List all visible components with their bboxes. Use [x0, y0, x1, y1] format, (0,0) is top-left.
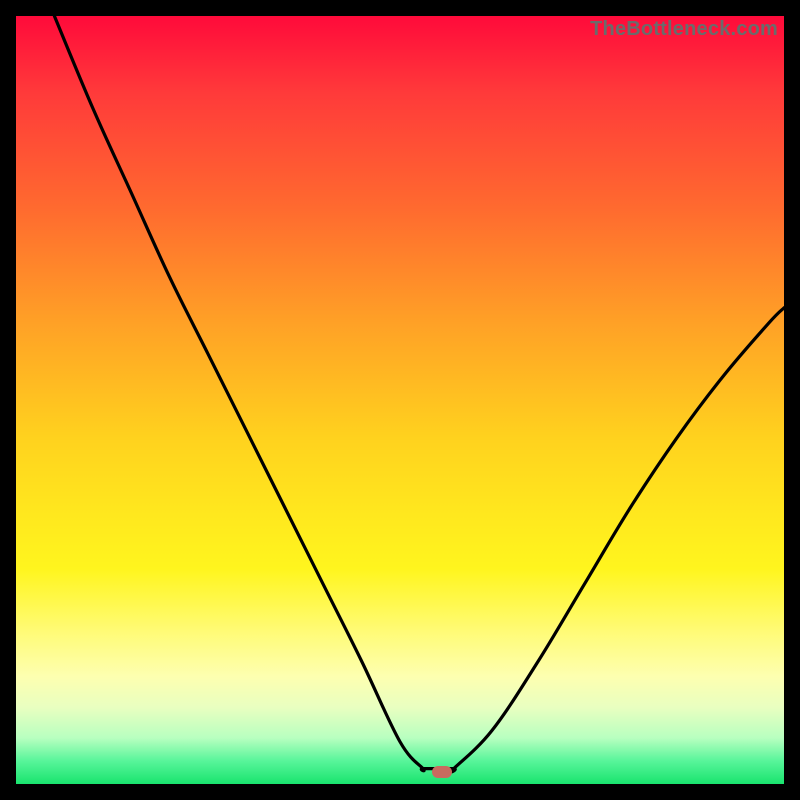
bottleneck-curve [16, 16, 784, 784]
curve-path [54, 16, 784, 772]
chart-frame: TheBottleneck.com [0, 0, 800, 800]
plot-area: TheBottleneck.com [16, 16, 784, 784]
